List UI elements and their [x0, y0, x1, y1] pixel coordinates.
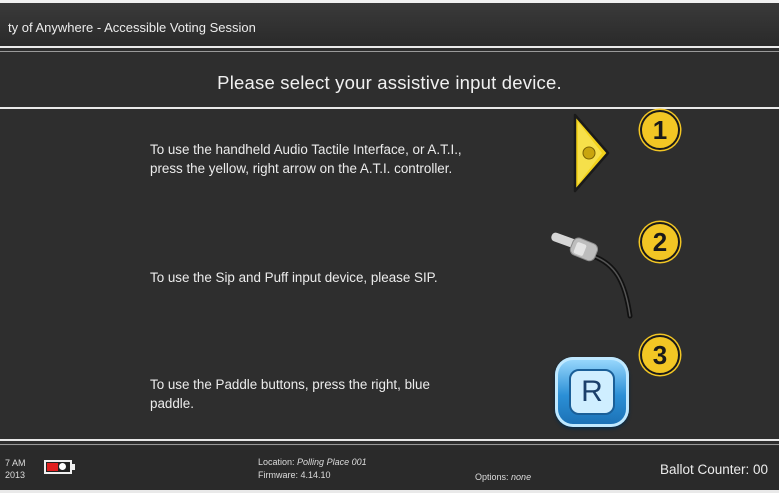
option-sip-instructions: To use the Sip and Puff input device, pl…: [150, 268, 438, 287]
options-info: Options: none: [475, 472, 531, 482]
heading-divider: [0, 107, 779, 109]
voting-screen: ty of Anywhere - Accessible Voting Sessi…: [0, 0, 779, 493]
location-info: Location: Polling Place 001: [258, 457, 367, 467]
paddle-letter: R: [569, 369, 615, 415]
title-divider-thin: [0, 51, 779, 52]
footer-divider-thin: [0, 444, 779, 445]
status-time: 7 AM: [5, 458, 26, 468]
option-ati-line2: press the yellow, right arrow on the A.T…: [150, 161, 453, 176]
number-badge-3: 3: [640, 335, 680, 375]
title-divider: [0, 46, 779, 48]
window-title: ty of Anywhere - Accessible Voting Sessi…: [8, 20, 256, 35]
status-bar: 7 AM 2013 Location: Polling Place 001 Fi…: [0, 446, 779, 493]
blue-r-paddle-icon[interactable]: R: [555, 357, 629, 427]
number-badge-2: 2: [640, 222, 680, 262]
option-ati-instructions: To use the handheld Audio Tactile Interf…: [150, 140, 462, 178]
location-value: Polling Place 001: [297, 457, 367, 467]
location-label: Location:: [258, 457, 295, 467]
status-date: 2013: [5, 470, 26, 480]
option-paddle-line1: To use the Paddle buttons, press the rig…: [150, 377, 430, 392]
options-value: none: [511, 472, 532, 482]
options-label: Options:: [475, 472, 509, 482]
footer-divider: [0, 439, 779, 441]
ballot-counter: Ballot Counter: 00: [660, 462, 769, 477]
page-heading: Please select your assistive input devic…: [217, 72, 562, 93]
sip-puff-tube-icon[interactable]: [545, 226, 640, 326]
option-paddle-instructions: To use the Paddle buttons, press the rig…: [150, 375, 430, 413]
option-sip-line1: To use the Sip and Puff input device, pl…: [150, 270, 438, 285]
title-bar: ty of Anywhere - Accessible Voting Sessi…: [0, 0, 779, 46]
battery-icon: [44, 460, 75, 474]
firmware-label: Firmware:: [258, 470, 298, 480]
yellow-right-arrow-icon[interactable]: [572, 112, 612, 199]
option-paddle-line2: paddle.: [150, 396, 194, 411]
firmware-value: 4.14.10: [300, 470, 331, 480]
firmware-info: Firmware: 4.14.10: [258, 470, 331, 480]
option-ati-line1: To use the handheld Audio Tactile Interf…: [150, 142, 462, 157]
number-badge-1: 1: [640, 110, 680, 150]
